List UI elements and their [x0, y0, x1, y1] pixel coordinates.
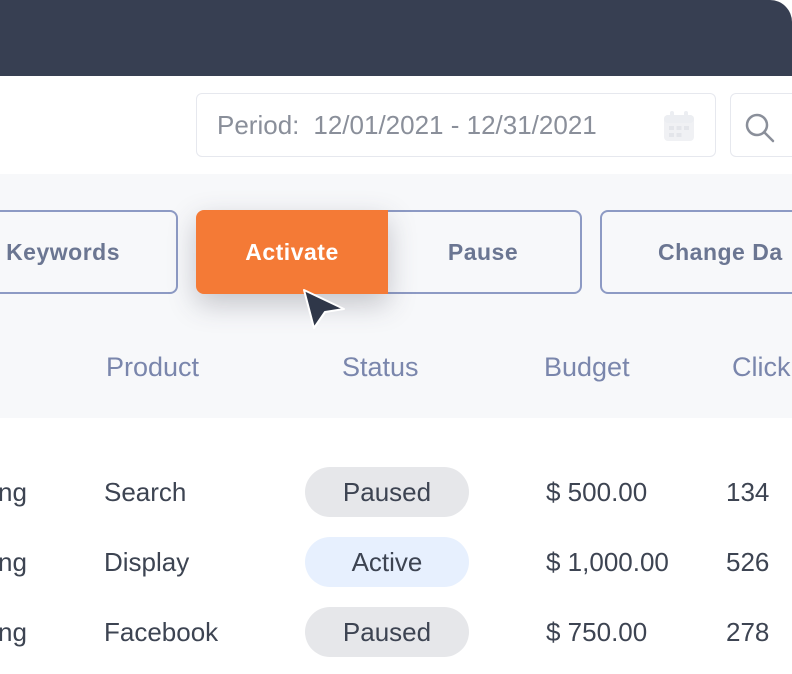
pause-button[interactable]: Pause	[386, 210, 582, 294]
budget-cell: $ 500.00	[546, 477, 648, 507]
product-cell: Display	[104, 547, 190, 577]
budget-cell: $ 750.00	[546, 617, 648, 647]
search-icon	[745, 113, 775, 143]
column-header-product[interactable]: Product	[106, 352, 199, 383]
clicks-cell: 134	[726, 477, 770, 507]
period-label: Period:	[217, 109, 300, 140]
campaign-name-cell: ng	[0, 617, 27, 647]
status-badge: Paused	[305, 467, 469, 517]
status-badge: Paused	[305, 607, 469, 657]
column-header-budget[interactable]: Budget	[544, 352, 630, 383]
clicks-cell: 526	[726, 547, 770, 577]
budget-cell: $ 1,000.00	[546, 547, 669, 577]
cursor-arrow-icon	[303, 289, 345, 329]
table-row[interactable]: ng Search Paused $ 500.00 134	[0, 457, 792, 527]
campaign-name-cell: ng	[0, 477, 27, 507]
status-badge: Active	[305, 537, 469, 587]
main-panel: Period: 12/01/2021 - 12/31/2021 Keywords…	[0, 76, 792, 674]
calendar-icon[interactable]	[663, 110, 695, 142]
campaign-name-cell: ng	[0, 547, 27, 577]
product-cell: Search	[104, 477, 187, 507]
period-value: 12/01/2021 - 12/31/2021	[313, 109, 597, 140]
table-row[interactable]: ng Facebook Paused $ 750.00 278	[0, 597, 792, 667]
column-header-clicks[interactable]: Click	[732, 352, 791, 383]
keywords-button[interactable]: Keywords	[0, 210, 178, 294]
activate-button[interactable]: Activate	[196, 210, 388, 294]
table-row[interactable]: ng Display Active $ 1,000.00 526	[0, 527, 792, 597]
clicks-cell: 278	[726, 617, 770, 647]
change-date-button[interactable]: Change Da	[600, 210, 792, 294]
product-cell: Facebook	[104, 617, 219, 647]
window-titlebar	[0, 0, 792, 76]
column-header-status[interactable]: Status	[342, 352, 419, 383]
period-date-picker[interactable]: Period: 12/01/2021 - 12/31/2021	[196, 93, 716, 157]
search-button[interactable]	[730, 93, 792, 157]
